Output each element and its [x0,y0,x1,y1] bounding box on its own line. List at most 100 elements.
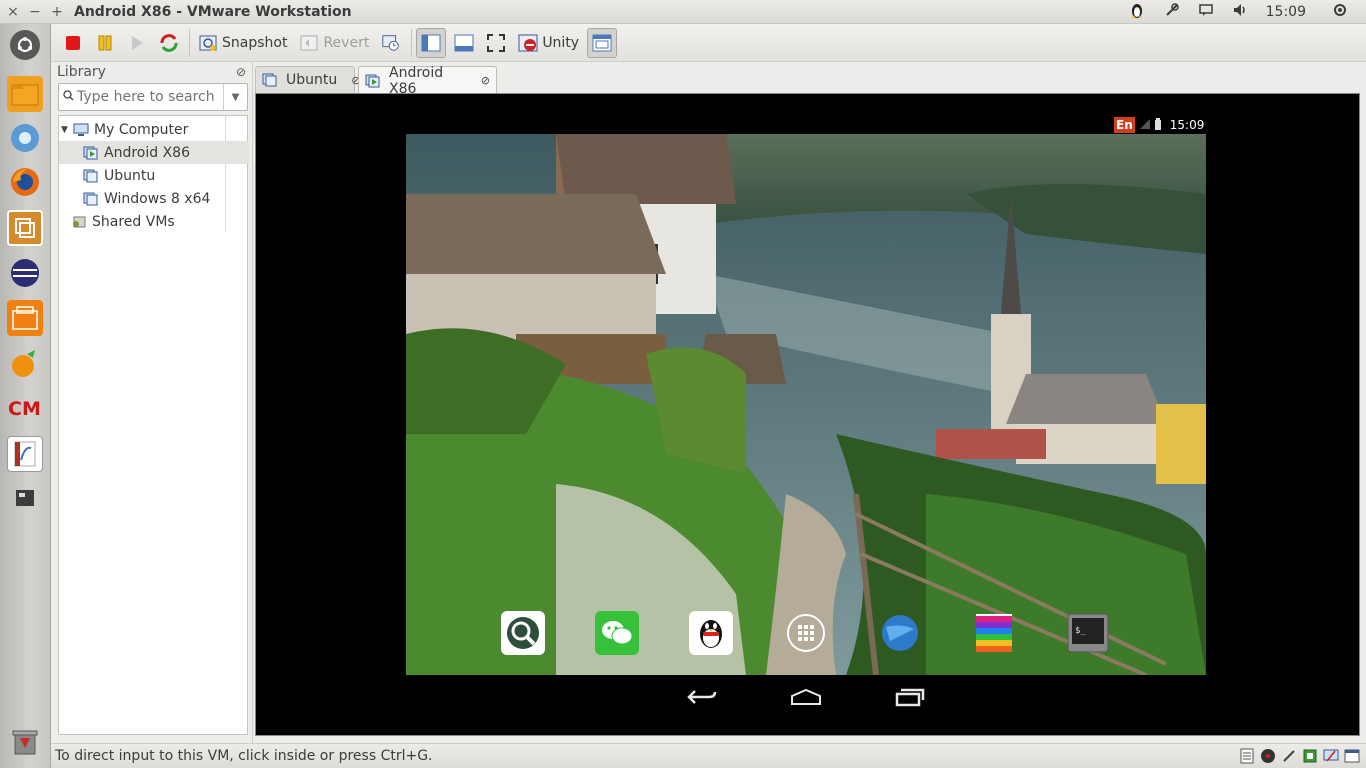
dash-home-icon[interactable] [10,30,40,60]
full-screen-button[interactable] [482,28,510,58]
chromium-icon[interactable] [7,120,43,156]
thumbnail-bar-button[interactable] [450,28,478,58]
status-message: To direct input to this VM, click inside… [55,748,433,764]
reset-button[interactable] [155,28,183,58]
trash-icon[interactable] [7,724,43,760]
tab-label: Android X86 [389,64,444,97]
vm-icon [262,73,278,87]
library-search[interactable]: ▼ [58,83,248,111]
document-app-icon[interactable] [7,436,43,472]
tree-item-ubuntu[interactable]: Ubuntu [59,164,225,187]
unity-button[interactable]: Unity [514,28,583,58]
snapshot-label: Snapshot [222,34,288,51]
recents-button[interactable] [858,677,962,717]
tree-item-shared-vms[interactable]: Shared VMs [59,210,225,233]
display-icon[interactable] [1323,748,1339,764]
android-nav-bar [406,675,1206,719]
library-view-icon [421,33,441,53]
pause-icon [95,33,115,53]
tree-item-windows-8-x64[interactable]: Windows 8 x64 [59,187,225,210]
tux-icon[interactable] [1128,1,1146,23]
maximize-window-button[interactable]: + [48,3,66,21]
stop-icon [63,33,83,53]
minimize-window-button[interactable]: − [26,3,44,21]
network-adapter-icon[interactable] [1281,748,1297,764]
play-icon [127,33,147,53]
usb-device-icon[interactable] [1302,748,1318,764]
vm-console[interactable]: En 15:09 $_ [255,93,1360,736]
unity-icon [518,33,538,53]
terminal-icon[interactable]: $_ [1066,611,1110,655]
dock-app-system-icon[interactable] [501,611,545,655]
vm-running-icon [365,74,381,88]
snapshot-button[interactable]: Snapshot [194,28,291,58]
notes-icon[interactable] [1239,748,1255,764]
clock[interactable]: 15:09 [1266,4,1306,20]
hallstatt-wallpaper [406,134,1206,675]
snapshot-icon [198,33,218,53]
status-bar: To direct input to this VM, click inside… [51,743,1366,768]
suspend-button[interactable] [91,28,119,58]
search-input[interactable] [77,89,217,105]
eclipse-icon[interactable] [7,255,43,291]
signal-icon [1139,118,1151,133]
power-gear-icon[interactable] [1332,2,1348,22]
files-icon[interactable] [7,76,43,112]
toolbar-separator [411,28,413,57]
tree-item-android-x86[interactable]: Android X86 [59,141,249,164]
back-icon [687,690,717,704]
close-window-button[interactable]: × [4,3,22,21]
revert-button[interactable]: Revert [295,28,373,58]
close-tab-icon[interactable]: ⊘ [481,74,490,87]
orange-app-icon[interactable] [7,346,43,382]
volume-icon[interactable] [1232,2,1248,22]
messages-icon[interactable] [1198,2,1214,22]
close-library-icon[interactable]: ⊘ [236,65,246,79]
home-button[interactable] [754,677,858,717]
title-bar: × − + Android X86 - VMware Workstation 1… [0,0,1366,24]
workspace-switcher-icon[interactable] [7,480,43,516]
computer-icon [73,123,89,137]
console-view-icon [592,33,612,53]
vm-icon [83,169,99,183]
tab-android-x86[interactable]: Android X86 ⊘ [358,64,497,97]
tree-item-my-computer[interactable]: ▼ My Computer [59,118,225,141]
app-drawer-icon[interactable] [784,611,828,655]
toolbar-separator [189,28,190,57]
wallpaper-app-icon[interactable] [972,611,1016,655]
show-library-button[interactable] [416,27,447,58]
tree-item-label: My Computer [94,121,189,138]
network-icon[interactable] [1164,2,1180,22]
tab-ubuntu[interactable]: Ubuntu ⊘ [255,66,360,93]
recents-icon [895,688,925,707]
wechat-icon[interactable] [595,611,639,655]
vm-tabs: Ubuntu ⊘ Android X86 ⊘ [253,62,1366,97]
unity-launcher: CM [0,24,51,768]
qq-icon[interactable] [689,611,733,655]
vmware-icon[interactable] [7,210,43,246]
fullscreen-icon [486,33,506,53]
cd-drive-icon[interactable] [1260,748,1276,764]
device-indicators [1234,748,1360,764]
messages-status-icon[interactable] [1344,748,1360,764]
search-dropdown-icon[interactable]: ▼ [223,84,247,110]
revert-icon [299,33,319,53]
reset-icon [159,33,179,53]
browser-globe-icon[interactable] [878,611,922,655]
system-tray: 15:09 [1128,0,1366,24]
back-button[interactable] [650,677,754,717]
power-off-button[interactable] [59,28,87,58]
tree-item-label: Shared VMs [92,213,175,230]
tree-item-label: Ubuntu [104,167,156,184]
svg-text:CM: CM [8,398,41,418]
cm-app-icon[interactable]: CM [7,390,43,426]
window-title: Android X86 - VMware Workstation [74,3,352,20]
software-center-icon[interactable] [7,300,43,336]
firefox-icon[interactable] [7,164,43,200]
android-home-screen[interactable]: $_ [406,134,1206,675]
console-view-button[interactable] [587,27,618,58]
expand-arrow-icon[interactable]: ▼ [61,125,73,135]
snapshot-manager-button[interactable] [377,28,405,58]
search-icon [59,90,77,104]
power-on-button[interactable] [123,28,151,58]
